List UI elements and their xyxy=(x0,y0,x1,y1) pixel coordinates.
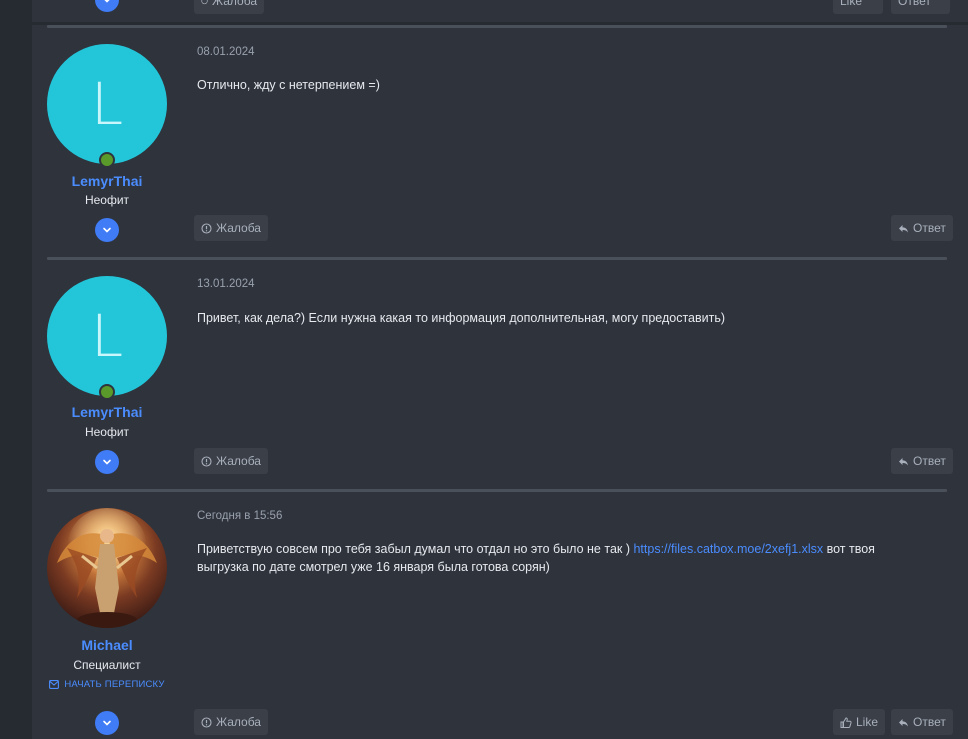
post-divider xyxy=(47,489,947,492)
chevron-down-icon xyxy=(103,459,111,465)
post-message: Отлично, жду с нетерпением =) xyxy=(197,78,380,92)
avatar[interactable] xyxy=(47,508,167,628)
report-label: Жалоба xyxy=(216,715,261,729)
user-title: Неофит xyxy=(84,193,130,207)
user-title: Специалист xyxy=(73,658,141,672)
post-message: Привет, как дела?) Если нужна какая то и… xyxy=(197,311,726,325)
report-button[interactable]: Жалоба xyxy=(194,448,268,474)
report-label: Жалоба xyxy=(216,454,261,468)
message-text: Приветствую совсем про тебя забыл думал … xyxy=(197,542,634,556)
avatar[interactable]: L xyxy=(47,276,167,396)
expand-user-button[interactable] xyxy=(95,218,119,242)
online-status-icon xyxy=(99,152,115,168)
report-icon xyxy=(201,455,212,467)
reply-label: Ответ xyxy=(913,454,946,468)
post-date[interactable]: 13.01.2024 xyxy=(197,278,255,290)
file-link[interactable]: https://files.catbox.moe/2xefj1.xlsx xyxy=(633,542,823,556)
user-cell: L LemyrThai Неофит xyxy=(32,257,182,491)
reply-label: Ответ xyxy=(913,715,946,729)
post: Michael Специалист НАЧАТЬ ПЕРЕПИСКУ Сего… xyxy=(32,489,968,739)
report-button[interactable]: Жалоба xyxy=(194,215,268,241)
report-icon xyxy=(201,716,212,728)
avatar-initial: L xyxy=(90,302,124,370)
start-conversation-label: НАЧАТЬ ПЕРЕПИСКУ xyxy=(64,679,165,690)
thumbs-up-icon xyxy=(840,716,852,728)
post-divider xyxy=(47,257,947,260)
username[interactable]: LemyrThai xyxy=(32,404,182,420)
previous-post: Жалоба Like Ответ xyxy=(32,0,968,22)
online-status-icon xyxy=(99,384,115,400)
avatar[interactable]: L xyxy=(47,44,167,164)
post-divider xyxy=(47,25,947,28)
reply-icon xyxy=(899,457,908,465)
reply-label: Ответ xyxy=(913,221,946,235)
angel-artwork-icon xyxy=(57,508,157,628)
report-icon xyxy=(201,222,212,234)
username[interactable]: LemyrThai xyxy=(32,173,182,189)
reply-button[interactable]: Ответ xyxy=(891,448,953,474)
user-title: Неофит xyxy=(84,425,130,439)
chevron-down-icon xyxy=(104,0,110,3)
like-label: Like xyxy=(840,0,863,8)
like-button[interactable]: Like xyxy=(833,0,883,14)
like-label: Like xyxy=(856,715,879,729)
avatar-initial: L xyxy=(90,70,124,138)
chevron-down-icon xyxy=(103,720,111,726)
like-button[interactable]: Like xyxy=(833,709,886,735)
reply-icon xyxy=(899,718,908,726)
post-date[interactable]: Сегодня в 15:56 xyxy=(197,510,282,522)
info-icon xyxy=(201,0,208,5)
reply-label: Ответ xyxy=(898,0,931,8)
start-conversation-link[interactable]: НАЧАТЬ ПЕРЕПИСКУ xyxy=(32,679,182,690)
reply-button[interactable]: Ответ xyxy=(891,709,953,735)
chevron-down-icon xyxy=(103,227,111,233)
thread-column: Жалоба Like Ответ L LemyrThai Неофит 08.… xyxy=(32,0,968,739)
post: L LemyrThai Неофит 08.01.2024 Отлично, ж… xyxy=(32,25,968,259)
user-cell: Michael Специалист НАЧАТЬ ПЕРЕПИСКУ xyxy=(32,489,182,739)
report-button[interactable]: Жалоба xyxy=(194,709,268,735)
username[interactable]: Michael xyxy=(32,637,182,653)
post: L LemyrThai Неофит 13.01.2024 Привет, ка… xyxy=(32,257,968,491)
expand-user-button[interactable] xyxy=(95,0,119,12)
reply-button[interactable]: Ответ xyxy=(891,0,950,14)
report-label: Жалоба xyxy=(212,0,257,8)
user-cell: L LemyrThai Неофит xyxy=(32,25,182,259)
reply-icon xyxy=(899,224,908,232)
reply-button[interactable]: Ответ xyxy=(891,215,953,241)
report-label: Жалоба xyxy=(216,221,261,235)
post-date[interactable]: 08.01.2024 xyxy=(197,46,255,58)
envelope-icon xyxy=(49,680,60,689)
expand-user-button[interactable] xyxy=(95,450,119,474)
report-button[interactable]: Жалоба xyxy=(194,0,264,14)
post-message: Приветствую совсем про тебя забыл думал … xyxy=(197,540,927,576)
expand-user-button[interactable] xyxy=(95,711,119,735)
